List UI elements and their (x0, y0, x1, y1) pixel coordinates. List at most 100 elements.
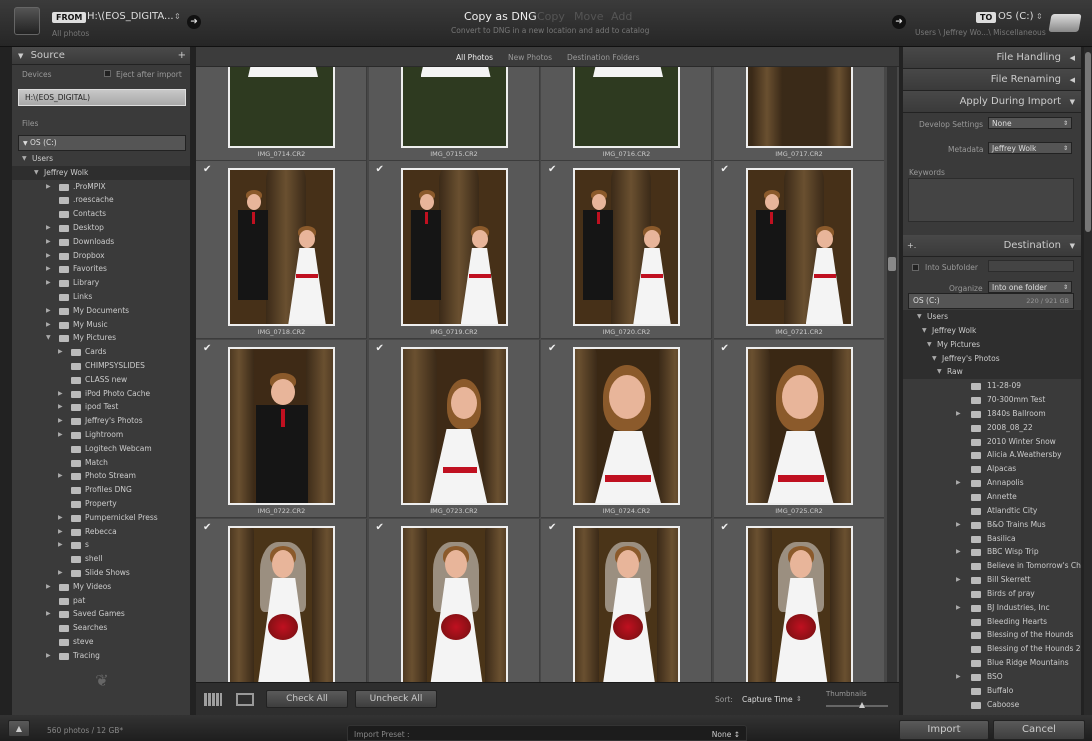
photo-cell[interactable]: IMG_0716.CR2 (541, 67, 712, 161)
mode-move[interactable]: Move (574, 10, 604, 23)
expand-triangle-icon[interactable]: ▶ (956, 601, 961, 615)
checkmark-icon[interactable]: ✔ (721, 164, 729, 175)
expand-triangle-icon[interactable]: ▶ (58, 345, 63, 359)
destination-tree-item[interactable]: 70-300mm Test (903, 393, 1081, 407)
expand-triangle-icon[interactable]: ▶ (58, 387, 63, 401)
source-tree-item[interactable]: ▼ Users (12, 152, 190, 166)
photo-thumbnail[interactable] (745, 347, 853, 505)
destination-tree-item[interactable]: ▶ Annapolis (903, 476, 1081, 490)
destination-tree-item[interactable]: ▶ B&O Trains Mus (903, 518, 1081, 532)
expand-triangle-icon[interactable]: ▶ (46, 262, 51, 276)
to-drive-name[interactable]: OS (C:) (998, 11, 1034, 22)
source-tree-item[interactable]: ▶ Favorites (12, 262, 190, 276)
slider-thumb-icon[interactable] (859, 702, 865, 708)
photo-cell[interactable]: ✔ (541, 519, 712, 682)
destination-tree-item[interactable]: Caboose (903, 698, 1081, 712)
source-tree-item[interactable]: Searches (12, 621, 190, 635)
photo-thumbnail[interactable] (573, 526, 680, 682)
develop-settings-select[interactable]: None ⇕ (988, 117, 1072, 129)
sort-dropdown-icon[interactable]: ⇕ (796, 695, 802, 703)
source-tree-item[interactable]: ▼ My Pictures (12, 331, 190, 345)
expand-triangle-icon[interactable]: ▶ (956, 670, 961, 684)
source-tree-item[interactable]: Links (12, 290, 190, 304)
expand-triangle-icon[interactable]: ▶ (58, 469, 63, 483)
photo-cell[interactable]: ✔ IMG_0719.CR2 (368, 161, 540, 339)
destination-tree-item[interactable]: ▼ Raw (903, 365, 1081, 380)
photo-cell[interactable]: ✔ (713, 519, 884, 682)
expand-triangle-icon[interactable]: ▶ (46, 580, 51, 594)
checkmark-icon[interactable]: ✔ (376, 343, 384, 354)
apply-during-import-header[interactable]: Apply During Import ▼ (903, 91, 1081, 113)
expand-toggle-icon[interactable]: ▲ (8, 720, 30, 737)
expand-triangle-icon[interactable]: ▶ (956, 407, 961, 421)
photo-cell[interactable]: ✔ IMG_0723.CR2 (368, 340, 540, 518)
organize-select[interactable]: Into one folder ⇕ (988, 281, 1072, 293)
photo-thumbnail[interactable] (228, 67, 335, 148)
photo-cell[interactable]: ✔ IMG_0720.CR2 (541, 161, 712, 339)
photo-thumbnail[interactable] (745, 526, 853, 682)
collapse-triangle-icon[interactable]: ▼ (937, 365, 942, 379)
source-tree-item[interactable]: ▶ .ProMPIX (12, 180, 190, 194)
source-tree-item[interactable]: ▶ iPod Photo Cache (12, 387, 190, 401)
checkmark-icon[interactable]: ✔ (548, 164, 556, 175)
collapse-triangle-icon[interactable]: ▼ (46, 331, 51, 345)
source-tree-item[interactable]: ▶ Dropbox (12, 249, 190, 263)
into-subfolder-checkbox[interactable] (912, 264, 919, 271)
expand-triangle-icon[interactable]: ▶ (46, 304, 51, 318)
source-tree-item[interactable]: ▶ Cards (12, 345, 190, 359)
eject-checkbox[interactable] (104, 70, 111, 77)
photo-cell[interactable]: IMG_0714.CR2 (196, 67, 367, 161)
destination-tree-item[interactable]: ▶ Bill Skerrett (903, 573, 1081, 587)
photo-cell[interactable]: ✔ IMG_0718.CR2 (196, 161, 367, 339)
photo-thumbnail[interactable] (400, 168, 508, 326)
source-tree-item[interactable]: ▼ Jeffrey Wolk (12, 165, 190, 180)
from-dropdown-icon[interactable]: ⇕ (174, 12, 181, 21)
sort-value[interactable]: Capture Time (742, 695, 793, 704)
expand-triangle-icon[interactable]: ▶ (956, 545, 961, 559)
source-tree-item[interactable]: pat (12, 594, 190, 608)
from-source-path[interactable]: H:\(EOS_DIGITA... (87, 11, 174, 22)
destination-tree-item[interactable]: ▼ Users (903, 310, 1081, 324)
destination-tree-item[interactable]: ▼ Jeffrey's Photos (903, 351, 1081, 366)
source-panel-header[interactable]: ▼ Source + (12, 47, 190, 65)
from-arrow-icon[interactable]: ➜ (187, 15, 201, 29)
import-preset-bar[interactable]: Import Preset : None ↕ (347, 725, 747, 741)
destination-tree-item[interactable]: 2010 Winter Snow (903, 435, 1081, 449)
grid-scrollbar[interactable] (887, 67, 897, 682)
destination-tree-item[interactable]: ▼ Jeffrey Wolk (903, 323, 1081, 338)
destination-header[interactable]: +. Destination ▼ (903, 235, 1081, 257)
source-tree-item[interactable]: ▶ Lightroom (12, 428, 190, 442)
add-destination-icon[interactable]: +. (907, 235, 916, 257)
expand-triangle-icon[interactable]: ▶ (956, 518, 961, 532)
thumbnail-size-slider[interactable] (826, 702, 888, 708)
destination-tree-item[interactable]: Blessing of the Hounds (903, 628, 1081, 642)
source-drive-c[interactable]: ▼ OS (C:) (18, 135, 186, 151)
expand-triangle-icon[interactable]: ▶ (46, 180, 51, 194)
expand-triangle-icon[interactable]: ▶ (956, 476, 961, 490)
cancel-button[interactable]: Cancel (993, 720, 1085, 740)
add-source-icon[interactable]: + (178, 47, 186, 65)
collapse-triangle-icon[interactable]: ▼ (922, 324, 927, 338)
expand-triangle-icon[interactable]: ▶ (46, 276, 51, 290)
grid-scrollbar-thumb[interactable] (888, 257, 896, 271)
source-tree-item[interactable]: ▶ My Documents (12, 304, 190, 318)
checkmark-icon[interactable]: ✔ (721, 343, 729, 354)
metadata-select[interactable]: Jeffrey Wolk ⇕ (988, 142, 1072, 154)
expand-triangle-icon[interactable]: ▶ (46, 221, 51, 235)
source-tree-item[interactable]: Property (12, 497, 190, 511)
photo-thumbnail[interactable] (573, 168, 680, 326)
mode-copy[interactable]: Copy (537, 10, 565, 23)
source-tree-item[interactable]: ▶ My Videos (12, 580, 190, 594)
destination-tree-item[interactable]: Basilica (903, 532, 1081, 546)
destination-tree-item[interactable]: Believe in Tomorrow's Children (903, 559, 1081, 573)
check-all-button[interactable]: Check All (266, 690, 348, 708)
keywords-field[interactable] (908, 178, 1074, 222)
photo-thumbnail[interactable] (228, 168, 335, 326)
tab-destination-folders[interactable]: Destination Folders (567, 53, 640, 62)
source-tree-item[interactable]: ▶ Saved Games (12, 607, 190, 621)
expand-triangle-icon[interactable]: ▶ (58, 414, 63, 428)
expand-triangle-icon[interactable]: ▶ (46, 249, 51, 263)
checkmark-icon[interactable]: ✔ (203, 343, 211, 354)
photo-cell[interactable]: IMG_0715.CR2 (368, 67, 540, 161)
destination-drive-icon[interactable] (1048, 14, 1082, 32)
